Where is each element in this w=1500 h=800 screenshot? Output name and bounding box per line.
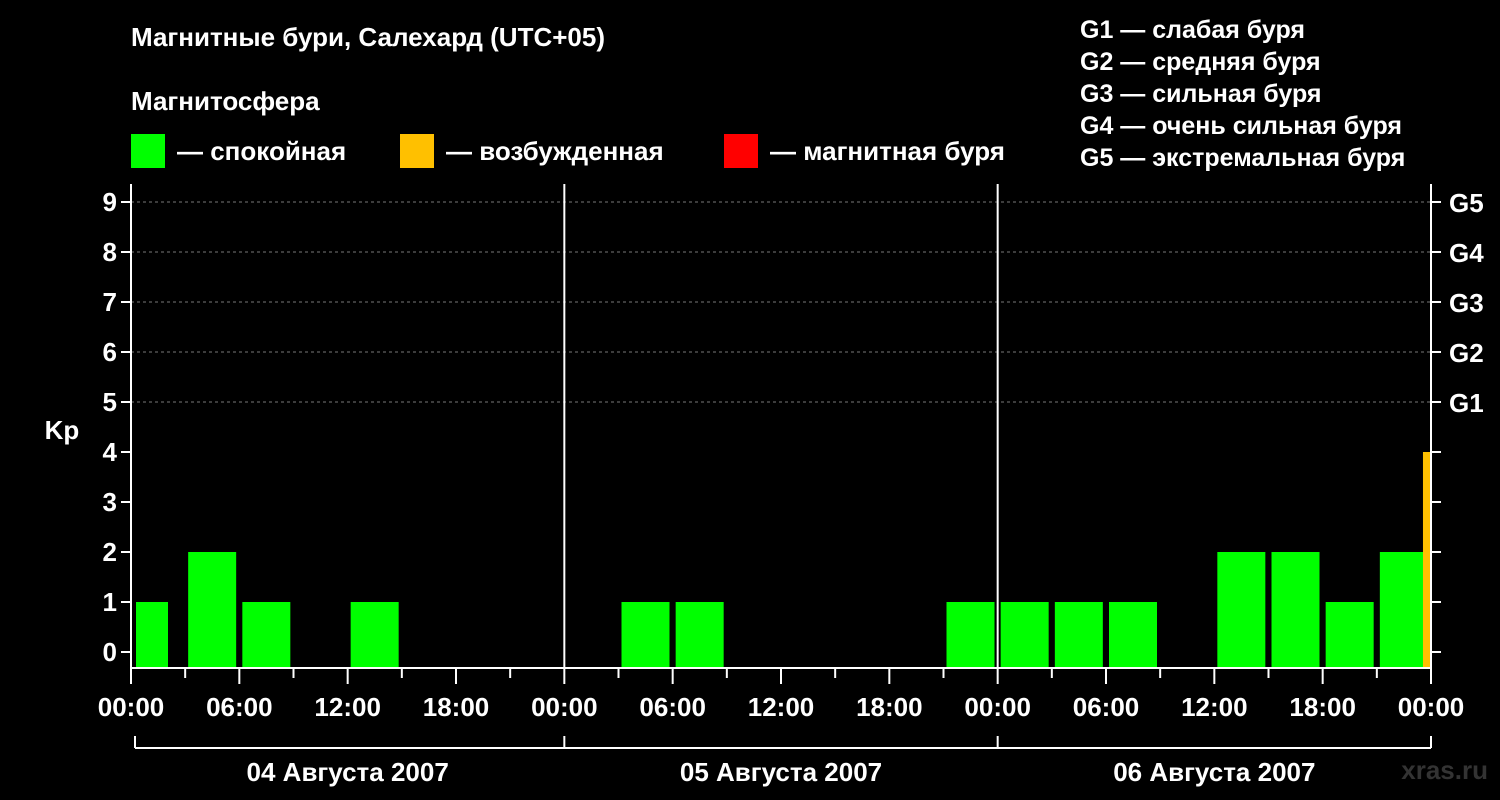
kp-bar-chart: 0 1 2 3 4 5 6 7 8 9 G1 G2 G3 G4 G5 Kp 00:00 06:00 12:00 18:…	[45, 184, 1484, 787]
kp-bar	[1000, 602, 1049, 668]
g-level-label: G3	[1449, 288, 1484, 318]
g-level-label: G1	[1449, 388, 1484, 418]
x-tick-label: 06:00	[639, 692, 706, 722]
kp-bar	[1325, 602, 1374, 668]
kp-bar	[1271, 552, 1320, 668]
kp-bar	[1109, 602, 1157, 668]
kp-bar	[1379, 552, 1428, 668]
x-tick-label: 18:00	[1289, 692, 1356, 722]
x-tick-label: 12:00	[314, 692, 381, 722]
x-tick-label: 18:00	[856, 692, 923, 722]
y-tick-label: 4	[103, 437, 118, 467]
kp-bar	[350, 602, 399, 668]
kp-bar	[1217, 552, 1266, 668]
kp-bar	[1422, 452, 1430, 668]
y-tick-label: 9	[103, 187, 117, 217]
y-tick-label: 6	[103, 337, 117, 367]
kp-bar	[675, 602, 724, 668]
y-tick-label: 5	[103, 387, 117, 417]
y-tick-label: 7	[103, 287, 117, 317]
x-tick-label: 06:00	[1073, 692, 1140, 722]
g-level-label: G2	[1449, 338, 1484, 368]
kp-bar	[242, 602, 291, 668]
kp-bar	[1054, 602, 1103, 668]
y-tick-label: 2	[103, 537, 117, 567]
kp-bar	[621, 602, 670, 668]
y-tick-label: 0	[103, 637, 117, 667]
day-label: 06 Августа 2007	[1113, 757, 1315, 787]
y-tick-label: 8	[103, 237, 117, 267]
watermark: xras.ru	[1401, 755, 1488, 785]
x-tick-label: 12:00	[748, 692, 815, 722]
x-tick-label: 12:00	[1181, 692, 1248, 722]
kp-bar	[188, 552, 237, 668]
x-tick-label: 06:00	[206, 692, 273, 722]
day-label: 05 Августа 2007	[680, 757, 882, 787]
x-tick-label: 00:00	[98, 692, 165, 722]
y-tick-label: 1	[103, 587, 117, 617]
y-axis-label: Kp	[45, 415, 80, 445]
g-level-label: G4	[1449, 238, 1484, 268]
x-tick-label: 00:00	[1398, 692, 1465, 722]
g-level-label: G5	[1449, 188, 1484, 218]
day-label: 04 Августа 2007	[247, 757, 449, 787]
x-tick-label: 00:00	[531, 692, 598, 722]
x-tick-label: 00:00	[964, 692, 1031, 722]
kp-bar	[136, 602, 168, 668]
y-tick-label: 3	[103, 487, 117, 517]
x-tick-label: 18:00	[423, 692, 490, 722]
kp-bar	[946, 602, 995, 668]
